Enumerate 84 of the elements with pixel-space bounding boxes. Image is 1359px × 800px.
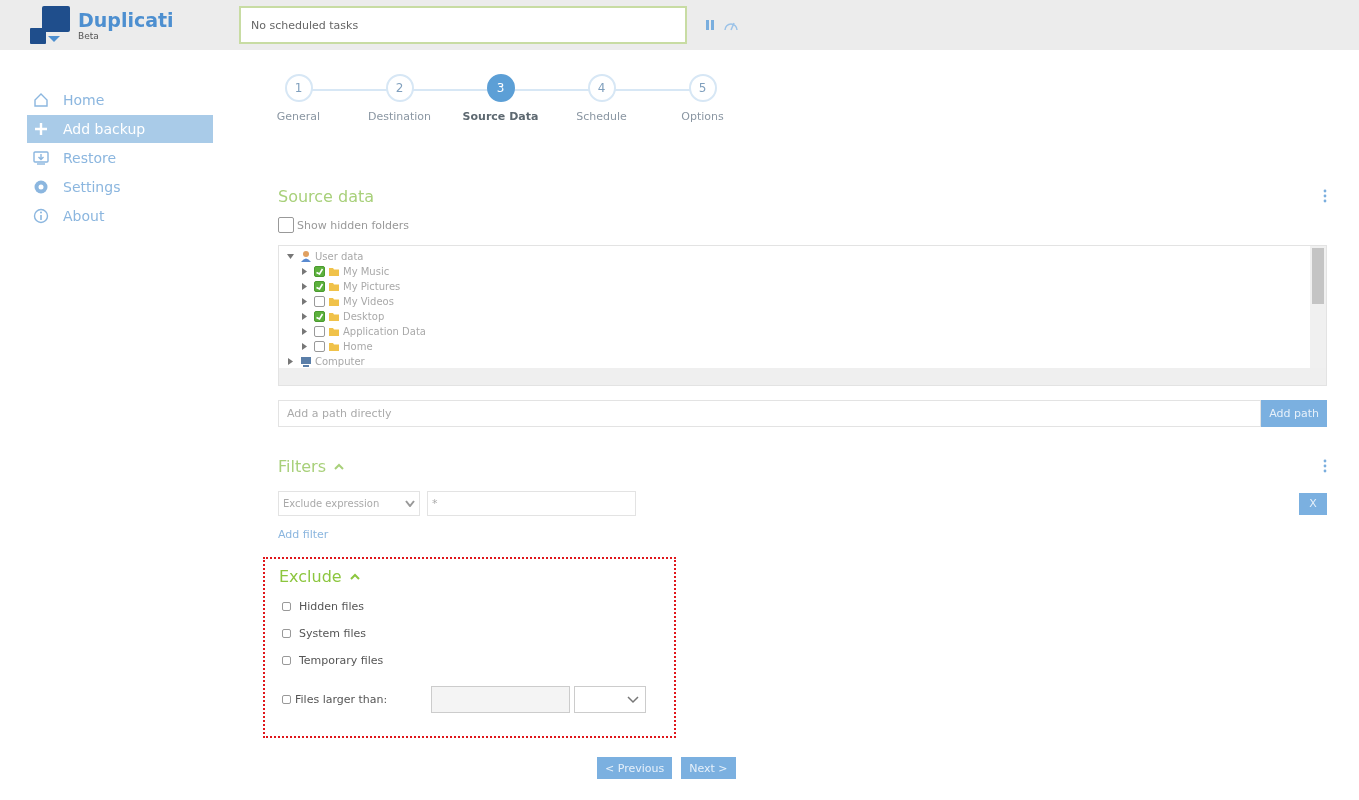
- caret-down-icon: [627, 695, 639, 704]
- app-name: Duplicati: [78, 9, 175, 31]
- step-label: Source Data: [462, 110, 539, 123]
- tree-checkbox[interactable]: [314, 311, 325, 322]
- checkbox[interactable]: [282, 602, 291, 611]
- tree-item[interactable]: My Pictures: [343, 281, 401, 292]
- tree-checkbox[interactable]: [314, 266, 325, 277]
- more-vertical-icon[interactable]: [1323, 459, 1327, 473]
- sidebar-item[interactable]: Add backup: [27, 115, 213, 143]
- triangle-right-icon[interactable]: [301, 283, 308, 290]
- computer-icon: [300, 355, 312, 368]
- path-input-field[interactable]: Add a path directly: [278, 400, 1262, 427]
- tree-checkbox[interactable]: [314, 281, 325, 292]
- checkbox-label: System files: [299, 627, 366, 640]
- triangle-right-icon[interactable]: [301, 313, 308, 320]
- folder-icon: [328, 311, 340, 322]
- vertical-scrollbar[interactable]: [1310, 246, 1326, 368]
- checkbox-label: Hidden files: [299, 600, 364, 613]
- horizontal-scrollbar[interactable]: [279, 368, 1326, 385]
- more-vertical-icon[interactable]: [1323, 189, 1327, 203]
- sidebar-item[interactable]: Settings: [27, 173, 213, 201]
- triangle-right-icon[interactable]: [301, 328, 308, 335]
- tree-item[interactable]: Home: [343, 341, 373, 352]
- step-label: Options: [681, 110, 724, 123]
- logo-icon: [28, 4, 72, 46]
- triangle-down-icon[interactable]: [287, 253, 294, 260]
- caret-down-icon: [405, 500, 415, 507]
- step-circle[interactable]: 2: [385, 74, 414, 102]
- triangle-right-icon[interactable]: [301, 298, 308, 305]
- home-icon: [33, 92, 49, 108]
- monitor-download-icon: [33, 150, 49, 166]
- add-path-button[interactable]: Add path: [1261, 400, 1327, 427]
- checkbox[interactable]: [282, 629, 291, 638]
- triangle-right-icon[interactable]: [287, 358, 294, 365]
- step-label: General: [276, 110, 321, 123]
- step-circle[interactable]: 4: [587, 74, 616, 102]
- pause-icon[interactable]: [705, 19, 715, 31]
- tree-item[interactable]: User data: [315, 251, 364, 262]
- checkbox[interactable]: [282, 695, 291, 704]
- step-circle[interactable]: 1: [284, 74, 313, 102]
- user-icon: [300, 250, 312, 263]
- step-label: Schedule: [576, 110, 627, 123]
- info-icon: [33, 208, 49, 224]
- checkbox-label: Files larger than:: [295, 693, 388, 706]
- sidebar-item[interactable]: About: [27, 202, 213, 230]
- checkbox[interactable]: [282, 656, 291, 665]
- next-button[interactable]: Next >: [681, 757, 736, 779]
- filter-type-dropdown[interactable]: Exclude expression: [278, 491, 420, 516]
- section-title[interactable]: Exclude: [279, 566, 342, 586]
- tree-item[interactable]: My Music: [343, 266, 390, 277]
- triangle-right-icon[interactable]: [301, 268, 308, 275]
- folder-icon: [328, 341, 340, 352]
- filter-input-field[interactable]: *: [427, 491, 636, 516]
- remove-filter-button[interactable]: X: [1299, 492, 1327, 515]
- sidebar-item[interactable]: Restore: [27, 144, 213, 172]
- tree-item[interactable]: Desktop: [343, 311, 385, 322]
- triangle-right-icon[interactable]: [301, 343, 308, 350]
- tree-checkbox[interactable]: [314, 296, 325, 307]
- step-circle[interactable]: 3: [486, 74, 515, 102]
- size-input-field[interactable]: [431, 686, 570, 713]
- sidebar-item[interactable]: Home: [27, 86, 213, 114]
- folder-icon: [328, 296, 340, 307]
- status-field: No scheduled tasks: [239, 6, 687, 44]
- step-label: Destination: [367, 110, 432, 123]
- checkbox-label: Temporary files: [299, 654, 384, 667]
- folder-icon: [328, 266, 340, 277]
- tree-item[interactable]: My Videos: [343, 296, 394, 307]
- checkbox[interactable]: [278, 217, 294, 233]
- tree-checkbox[interactable]: [314, 341, 325, 352]
- folder-icon: [328, 281, 340, 292]
- tree-item[interactable]: Computer: [315, 356, 365, 367]
- gear-icon: [33, 179, 49, 195]
- tree-item[interactable]: Application Data: [343, 326, 426, 337]
- folder-icon: [328, 326, 340, 337]
- checkbox-label: Show hidden folders: [297, 218, 410, 232]
- tree-checkbox[interactable]: [314, 326, 325, 337]
- section-title[interactable]: Filters: [278, 456, 326, 476]
- plus-icon: [33, 121, 49, 137]
- step-circle[interactable]: 5: [688, 74, 717, 102]
- edition-label: Beta: [78, 31, 99, 41]
- size-unit-dropdown[interactable]: [574, 686, 646, 713]
- add-filter-link[interactable]: Add filter: [278, 528, 329, 541]
- section-title: Source data: [278, 186, 375, 206]
- previous-button[interactable]: < Previous: [597, 757, 673, 779]
